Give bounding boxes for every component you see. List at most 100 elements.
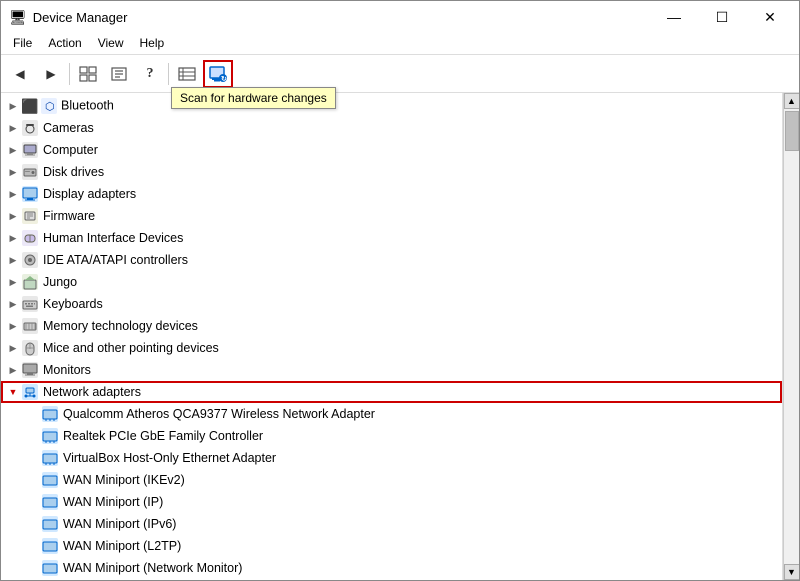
computer-label: Computer bbox=[43, 143, 98, 157]
tree-item-ide[interactable]: ▶ IDE ATA/ATAPI controllers bbox=[1, 249, 782, 271]
network-icon bbox=[21, 383, 39, 401]
camera-icon bbox=[21, 119, 39, 137]
maximize-button[interactable]: ☐ bbox=[699, 6, 745, 28]
menu-action[interactable]: Action bbox=[40, 35, 89, 51]
help-button[interactable]: ? bbox=[135, 60, 165, 88]
view-button[interactable] bbox=[172, 60, 202, 88]
nic-icon-wan-netmon bbox=[41, 559, 59, 577]
bluetooth-icon: ⬛ bbox=[21, 97, 39, 115]
tree-item-wan-l2tp[interactable]: WAN Miniport (L2TP) bbox=[1, 535, 782, 557]
device-tree[interactable]: ▶ ⬛ ⬡ Bluetooth ▶ Cameras bbox=[1, 93, 783, 580]
show-hide-button[interactable] bbox=[73, 60, 103, 88]
wan-ipv6-label: WAN Miniport (IPv6) bbox=[63, 517, 176, 531]
monitor-icon bbox=[21, 361, 39, 379]
tree-item-wan-ipv6[interactable]: WAN Miniport (IPv6) bbox=[1, 513, 782, 535]
wan-ip-label: WAN Miniport (IP) bbox=[63, 495, 163, 509]
tree-item-computer[interactable]: ▶ Computer bbox=[1, 139, 782, 161]
jungo-icon bbox=[21, 273, 39, 291]
menu-bar: File Action View Help bbox=[1, 31, 799, 55]
tree-item-keyboards[interactable]: ▶ Keyboards bbox=[1, 293, 782, 315]
display-icon bbox=[21, 185, 39, 203]
tree-item-wan-pppoe[interactable]: WAN Miniport (PPPOE) bbox=[1, 579, 782, 580]
virtualbox-label: VirtualBox Host-Only Ethernet Adapter bbox=[63, 451, 276, 465]
monitors-label: Monitors bbox=[43, 363, 91, 377]
menu-view[interactable]: View bbox=[90, 35, 132, 51]
tree-item-firmware[interactable]: ▶ Firmware bbox=[1, 205, 782, 227]
tree-item-wan-netmon[interactable]: WAN Miniport (Network Monitor) bbox=[1, 557, 782, 579]
tree-item-cameras[interactable]: ▶ Cameras bbox=[1, 117, 782, 139]
mice-label: Mice and other pointing devices bbox=[43, 341, 219, 355]
network-adapters-label: Network adapters bbox=[43, 385, 141, 399]
tree-item-jungo[interactable]: ▶ Jungo bbox=[1, 271, 782, 293]
ide-label: IDE ATA/ATAPI controllers bbox=[43, 253, 188, 267]
nic-icon-wan-ip bbox=[41, 493, 59, 511]
toolbar: ◀ ▶ ? bbox=[1, 55, 799, 93]
tree-item-monitors[interactable]: ▶ Monitors bbox=[1, 359, 782, 381]
tree-item-mice[interactable]: ▶ Mice and other pointing devices bbox=[1, 337, 782, 359]
nic-icon-realtek bbox=[41, 427, 59, 445]
nic-icon-qualcomm bbox=[41, 405, 59, 423]
scroll-up-button[interactable]: ▲ bbox=[784, 93, 800, 109]
expand-icon-bluetooth: ▶ bbox=[5, 98, 21, 114]
expand-icon-monitors: ▶ bbox=[5, 362, 21, 378]
content-area: ▶ ⬛ ⬡ Bluetooth ▶ Cameras bbox=[1, 93, 799, 580]
tree-item-qualcomm[interactable]: Qualcomm Atheros QCA9377 Wireless Networ… bbox=[1, 403, 782, 425]
wan-ikev2-label: WAN Miniport (IKEv2) bbox=[63, 473, 185, 487]
scroll-thumb[interactable] bbox=[785, 111, 799, 151]
tree-item-virtualbox[interactable]: VirtualBox Host-Only Ethernet Adapter bbox=[1, 447, 782, 469]
expand-icon-keyboards: ▶ bbox=[5, 296, 21, 312]
tree-item-wan-ikev2[interactable]: WAN Miniport (IKEv2) bbox=[1, 469, 782, 491]
tree-item-wan-ip[interactable]: WAN Miniport (IP) bbox=[1, 491, 782, 513]
tree-item-realtek[interactable]: Realtek PCIe GbE Family Controller bbox=[1, 425, 782, 447]
minimize-button[interactable]: — bbox=[651, 6, 697, 28]
menu-file[interactable]: File bbox=[5, 35, 40, 51]
expand-icon-hid: ▶ bbox=[5, 230, 21, 246]
tree-item-network-adapters[interactable]: ▼ Network adapters bbox=[1, 381, 782, 403]
toolbar-separator-1 bbox=[69, 63, 70, 85]
scan-tooltip: Scan for hardware changes bbox=[171, 87, 336, 109]
expand-icon-disk-drives: ▶ bbox=[5, 164, 21, 180]
memory-label: Memory technology devices bbox=[43, 319, 198, 333]
nic-icon-wan-ikev2 bbox=[41, 471, 59, 489]
keyboards-label: Keyboards bbox=[43, 297, 103, 311]
mouse-icon bbox=[21, 339, 39, 357]
nic-icon-wan-l2tp bbox=[41, 537, 59, 555]
menu-help[interactable]: Help bbox=[132, 35, 173, 51]
scrollbar[interactable]: ▲ ▼ bbox=[783, 93, 799, 580]
expand-icon-jungo: ▶ bbox=[5, 274, 21, 290]
cameras-label: Cameras bbox=[43, 121, 94, 135]
app-icon: 🖥 bbox=[9, 9, 27, 26]
tree-item-display[interactable]: ▶ Display adapters bbox=[1, 183, 782, 205]
title-bar: 🖥 Device Manager — ☐ ✕ bbox=[1, 1, 799, 31]
tree-item-disk-drives[interactable]: ▶ Disk drives bbox=[1, 161, 782, 183]
expand-icon-network: ▼ bbox=[5, 384, 21, 400]
expand-icon-mice: ▶ bbox=[5, 340, 21, 356]
jungo-label: Jungo bbox=[43, 275, 77, 289]
scan-hardware-button[interactable]: ↻ bbox=[203, 60, 233, 88]
expand-icon-cameras: ▶ bbox=[5, 120, 21, 136]
properties-button[interactable] bbox=[104, 60, 134, 88]
expand-icon-computer: ▶ bbox=[5, 142, 21, 158]
disk-drives-label: Disk drives bbox=[43, 165, 104, 179]
expand-icon-memory: ▶ bbox=[5, 318, 21, 334]
wan-l2tp-label: WAN Miniport (L2TP) bbox=[63, 539, 181, 553]
forward-button[interactable]: ▶ bbox=[36, 60, 66, 88]
svg-text:↻: ↻ bbox=[221, 76, 227, 83]
firmware-icon bbox=[21, 207, 39, 225]
title-left: 🖥 Device Manager bbox=[9, 9, 127, 26]
title-controls: — ☐ ✕ bbox=[651, 6, 793, 28]
close-button[interactable]: ✕ bbox=[747, 6, 793, 28]
device-manager-window: 🖥 Device Manager — ☐ ✕ File Action View … bbox=[0, 0, 800, 581]
tree-item-bluetooth[interactable]: ▶ ⬛ ⬡ Bluetooth bbox=[1, 95, 782, 117]
toolbar-separator-2 bbox=[168, 63, 169, 85]
nic-icon-virtualbox bbox=[41, 449, 59, 467]
display-label: Display adapters bbox=[43, 187, 136, 201]
tree-item-memory[interactable]: ▶ Memory technology devices bbox=[1, 315, 782, 337]
tree-item-hid[interactable]: ▶ Human Interface Devices bbox=[1, 227, 782, 249]
disk-icon bbox=[21, 163, 39, 181]
bluetooth-label: ⬡ Bluetooth bbox=[41, 98, 114, 114]
expand-icon-display: ▶ bbox=[5, 186, 21, 202]
scroll-down-button[interactable]: ▼ bbox=[784, 564, 800, 580]
back-button[interactable]: ◀ bbox=[5, 60, 35, 88]
svg-text:⬡: ⬡ bbox=[45, 101, 55, 113]
